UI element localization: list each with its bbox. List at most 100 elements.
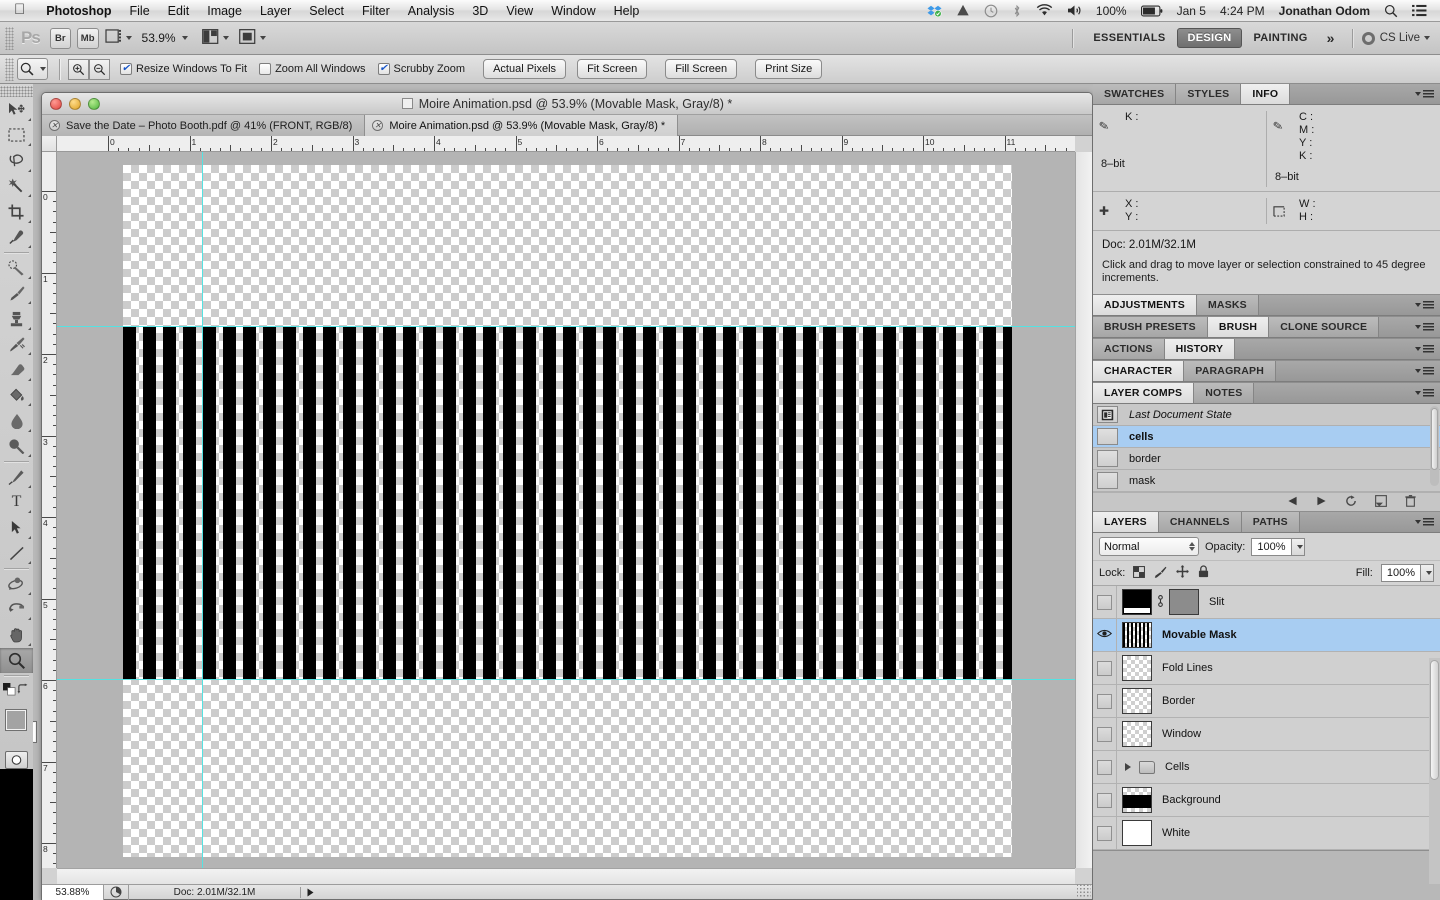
- tab-info[interactable]: INFO: [1241, 84, 1290, 104]
- layer-comps-panel-menu-button[interactable]: [1409, 383, 1440, 403]
- group-disclosure-triangle-icon[interactable]: [1125, 763, 1131, 771]
- menu-filter[interactable]: Filter: [353, 4, 399, 18]
- notification-center-icon[interactable]: [1405, 4, 1434, 17]
- layer-name[interactable]: White: [1152, 827, 1190, 839]
- cs-live-button[interactable]: CS Live: [1362, 32, 1440, 45]
- opacity-value[interactable]: 100%: [1251, 538, 1291, 556]
- menu-edit[interactable]: Edit: [159, 4, 199, 18]
- layer-thumbnail[interactable]: [1122, 622, 1152, 648]
- canvas-vertical-scrollbar[interactable]: [1075, 152, 1092, 868]
- fill-chevron-down-icon[interactable]: [1421, 564, 1434, 582]
- opacity-chevron-down-icon[interactable]: [1292, 538, 1305, 556]
- artboard[interactable]: [123, 165, 1012, 857]
- brush-tool[interactable]: [0, 281, 33, 307]
- more-workspaces-icon[interactable]: »: [1319, 30, 1343, 46]
- prev-comp-icon[interactable]: [1287, 496, 1298, 509]
- horizontal-ruler[interactable]: 01234567891011: [57, 136, 1075, 152]
- apple-icon[interactable]: : [6, 2, 37, 19]
- layer-name[interactable]: Background: [1152, 794, 1221, 806]
- 3d-rotate-tool[interactable]: [0, 571, 33, 597]
- new-comp-icon[interactable]: [1375, 495, 1387, 510]
- fit-screen-button[interactable]: Fit Screen: [577, 59, 647, 79]
- zoom-all-windows-checkbox[interactable]: Zoom All Windows: [259, 63, 365, 75]
- layer-visibility-toggle[interactable]: [1093, 586, 1117, 619]
- move-tool[interactable]: [0, 97, 33, 123]
- layer-name[interactable]: Fold Lines: [1152, 662, 1213, 674]
- brush-panel-menu-button[interactable]: [1409, 317, 1440, 337]
- layer-comps-scrollbar[interactable]: [1430, 406, 1439, 486]
- menu-select[interactable]: Select: [300, 4, 353, 18]
- canvas-area[interactable]: [57, 152, 1075, 868]
- lock-all-icon[interactable]: [1198, 565, 1209, 581]
- workspace-design[interactable]: DESIGN: [1177, 28, 1243, 48]
- character-panel-menu-button[interactable]: [1409, 361, 1440, 381]
- screen-mode-button[interactable]: [239, 29, 266, 47]
- appbar-zoom-level[interactable]: 53.9%: [142, 31, 176, 45]
- tab-channels[interactable]: CHANNELS: [1159, 512, 1242, 532]
- layer-thumbnail[interactable]: [1122, 655, 1152, 681]
- link-mask-icon[interactable]: [1156, 594, 1165, 611]
- info-panel-menu-button[interactable]: [1409, 84, 1440, 104]
- layer-row-movable-mask[interactable]: Movable Mask: [1093, 619, 1440, 652]
- magic-wand-tool[interactable]: [0, 174, 33, 200]
- volume-icon[interactable]: [1060, 4, 1089, 17]
- view-extras-button[interactable]: [105, 29, 132, 47]
- workspace-painting[interactable]: PAINTING: [1242, 28, 1318, 48]
- marquee-tool[interactable]: [0, 123, 33, 149]
- guide-horizontal-top[interactable]: [57, 326, 1075, 327]
- layer-name[interactable]: Slit: [1199, 596, 1224, 608]
- layer-thumbnail[interactable]: [1122, 688, 1152, 714]
- layer-row-window[interactable]: Window: [1093, 718, 1440, 751]
- scrubby-zoom-checkbox[interactable]: Scrubby Zoom: [378, 63, 466, 75]
- layer-comp-apply-box[interactable]: [1097, 472, 1118, 489]
- foreground-color-swatch[interactable]: [6, 710, 26, 730]
- panel-dock-scrollbar-thumb[interactable]: [1430, 660, 1439, 780]
- layer-row-background[interactable]: Background: [1093, 784, 1440, 817]
- document-info-icon[interactable]: [104, 885, 129, 900]
- tab-layers[interactable]: LAYERS: [1093, 512, 1159, 532]
- default-colors-icon[interactable]: [3, 683, 16, 699]
- tab-actions[interactable]: ACTIONS: [1093, 339, 1165, 359]
- battery-icon[interactable]: [1134, 5, 1170, 17]
- guide-horizontal-bottom[interactable]: [57, 679, 1075, 680]
- menu-window[interactable]: Window: [542, 4, 604, 18]
- fill-value[interactable]: 100%: [1381, 564, 1421, 582]
- update-comp-icon[interactable]: [1345, 495, 1357, 510]
- swap-colors-icon[interactable]: [17, 683, 30, 699]
- layer-comp-row-border[interactable]: border: [1093, 448, 1440, 470]
- window-resize-grip[interactable]: [1077, 884, 1091, 898]
- pen-tool[interactable]: [0, 464, 33, 490]
- google-drive-icon[interactable]: [949, 4, 977, 17]
- launch-bridge-button[interactable]: Br: [50, 28, 71, 49]
- time-machine-icon[interactable]: [977, 4, 1005, 18]
- resize-windows-to-fit-checkbox[interactable]: Resize Windows To Fit: [120, 63, 247, 75]
- document-proxy-icon[interactable]: [402, 98, 413, 109]
- opacity-control[interactable]: 100%: [1251, 538, 1304, 556]
- menu-image[interactable]: Image: [198, 4, 251, 18]
- actual-pixels-button[interactable]: Actual Pixels: [483, 59, 566, 79]
- layer-row-cells-group[interactable]: Cells: [1093, 751, 1440, 784]
- bluetooth-icon[interactable]: [1005, 4, 1029, 18]
- layer-thumbnail[interactable]: [1122, 589, 1152, 615]
- menubar-user[interactable]: Jonathan Odom: [1272, 4, 1377, 18]
- layer-name[interactable]: Movable Mask: [1152, 629, 1237, 641]
- layer-visibility-toggle[interactable]: [1093, 751, 1117, 784]
- layer-comp-row-cells[interactable]: cells: [1093, 426, 1440, 448]
- delete-comp-icon[interactable]: [1405, 495, 1416, 510]
- lasso-tool[interactable]: [0, 148, 33, 174]
- tab-paragraph[interactable]: PARAGRAPH: [1184, 361, 1276, 381]
- lock-image-icon[interactable]: [1154, 566, 1167, 581]
- menu-layer[interactable]: Layer: [251, 4, 300, 18]
- document-titlebar[interactable]: Moire Animation.psd @ 53.9% (Movable Mas…: [42, 93, 1092, 115]
- paint-bucket-tool[interactable]: [0, 383, 33, 409]
- 3d-orbit-tool[interactable]: [0, 597, 33, 623]
- tab-character[interactable]: CHARACTER: [1093, 361, 1184, 381]
- path-selection-tool[interactable]: [0, 515, 33, 541]
- canvas-horizontal-scrollbar[interactable]: [57, 868, 1075, 884]
- layer-thumbnail[interactable]: [1122, 787, 1152, 813]
- wifi-icon[interactable]: [1029, 4, 1060, 17]
- layer-name[interactable]: Cells: [1155, 761, 1189, 773]
- menu-view[interactable]: View: [497, 4, 542, 18]
- layers-panel-menu-button[interactable]: [1409, 512, 1440, 532]
- clone-stamp-tool[interactable]: [0, 306, 33, 332]
